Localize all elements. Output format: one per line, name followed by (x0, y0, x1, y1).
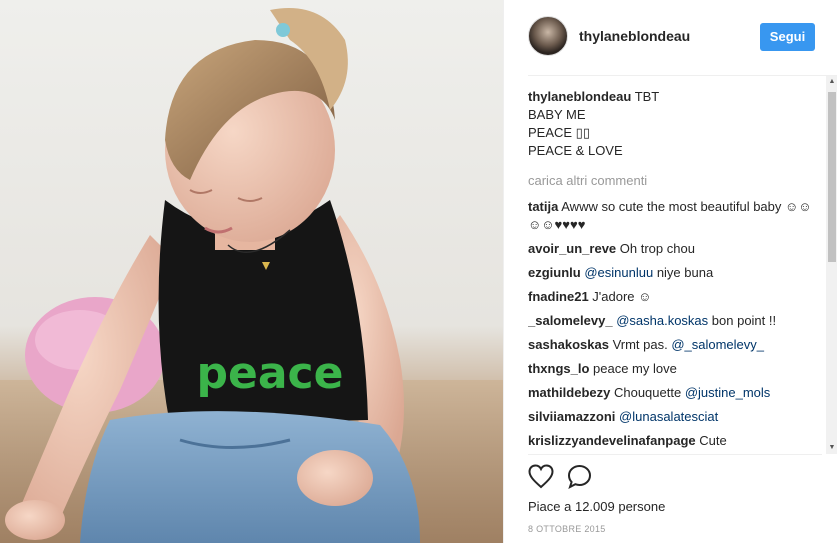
comment-username[interactable]: krislizzyandevelinafanpage (528, 433, 696, 448)
scroll-thumb[interactable] (828, 92, 836, 262)
comment-text: Awww so cute the most beautiful baby ☺☺☺… (528, 199, 812, 232)
comment-row: tatija Awww so cute the most beautiful b… (528, 198, 822, 234)
header-username[interactable]: thylaneblondeau (579, 28, 690, 44)
comment-row: ezgiunlu @esinunluu niye buna (528, 264, 822, 282)
caption-line: BABY ME (528, 107, 586, 122)
likes-count[interactable]: Piace a 12.009 persone (528, 499, 665, 514)
comment-container: tatija Awww so cute the most beautiful b… (528, 198, 822, 450)
comment-row: avoir_un_reve Oh trop chou (528, 240, 822, 258)
comment-row: _salomelevy_ @sasha.koskas bon point !! (528, 312, 822, 330)
scrollbar[interactable]: ▲ ▼ (826, 76, 837, 454)
comment-username[interactable]: mathildebezy (528, 385, 610, 400)
comment-text: Vrmt pas. (608, 337, 672, 352)
caption-line: PEACE ▯▯ (528, 125, 590, 140)
comment-text: Cute (695, 433, 727, 448)
post-sidebar: thylaneblondeau Segui thylaneblondeau TB… (503, 0, 837, 543)
comment-row: silviiamazzoni @lunasalatesciat (528, 408, 822, 426)
mention-link[interactable]: @esinunluu (584, 265, 653, 280)
divider (528, 75, 837, 76)
comment-username[interactable]: sashakoskas (528, 337, 609, 352)
scroll-down-arrow-icon[interactable]: ▼ (826, 442, 837, 454)
avatar[interactable] (528, 16, 568, 56)
comment-text: Chouquette (610, 385, 685, 400)
post-header: thylaneblondeau Segui (504, 0, 837, 76)
comment-icon[interactable] (567, 464, 593, 490)
comment-username[interactable]: avoir_un_reve (528, 241, 616, 256)
comment-row: thxngs_lo peace my love (528, 360, 822, 378)
post-photo[interactable]: peace (0, 0, 503, 543)
comment-username[interactable]: thxngs_lo (528, 361, 589, 376)
comment-row: mathildebezy Chouquette @justine_mols (528, 384, 822, 402)
heart-icon[interactable] (528, 464, 554, 490)
mention-link[interactable]: @sasha.koskas (616, 313, 708, 328)
shirt-text: peace (197, 348, 344, 399)
comment-row: fnadine21 J'adore ☺ (528, 288, 822, 306)
divider (528, 454, 822, 455)
comment-username[interactable]: _salomelevy_ (528, 313, 613, 328)
comment-text: Oh trop chou (616, 241, 695, 256)
comment-text: J'adore ☺ (588, 289, 652, 304)
mention-link[interactable]: @justine_mols (685, 385, 770, 400)
comment-row: krislizzyandevelinafanpage Cute (528, 432, 822, 450)
comment-username[interactable]: fnadine21 (528, 289, 589, 304)
post-date: 8 OTTOBRE 2015 (528, 524, 606, 534)
comment-username[interactable]: tatija (528, 199, 558, 214)
mention-link[interactable]: @lunasalatesciat (619, 409, 718, 424)
comment-text: bon point !! (708, 313, 777, 328)
scroll-up-arrow-icon[interactable]: ▲ (826, 76, 837, 88)
comments-list: thylaneblondeau TBT BABY ME PEACE ▯▯ PEA… (528, 88, 822, 450)
caption-line: PEACE & LOVE (528, 143, 623, 158)
caption-username[interactable]: thylaneblondeau (528, 89, 631, 104)
mention-link[interactable]: @_salomelevy_ (671, 337, 764, 352)
comment-username[interactable]: ezgiunlu (528, 265, 581, 280)
comment-text: niye buna (653, 265, 714, 280)
photo-illustration: peace (0, 8, 503, 543)
comment-row: sashakoskas Vrmt pas. @_salomelevy_ (528, 336, 822, 354)
comment-text: peace my love (589, 361, 677, 376)
caption: thylaneblondeau TBT BABY ME PEACE ▯▯ PEA… (528, 88, 822, 160)
follow-button[interactable]: Segui (760, 23, 815, 51)
comment-username[interactable]: silviiamazzoni (528, 409, 615, 424)
load-more-comments-link[interactable]: carica altri commenti (528, 172, 822, 190)
caption-line: TBT (634, 89, 660, 104)
